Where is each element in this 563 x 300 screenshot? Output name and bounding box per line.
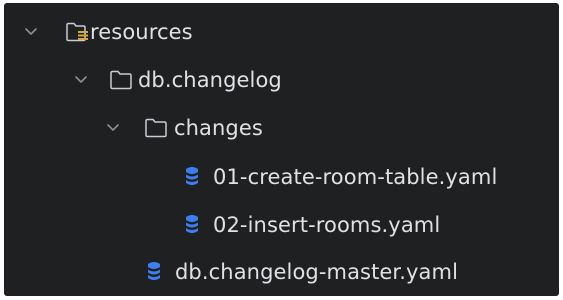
resources-folder-icon	[64, 21, 90, 43]
folder-icon	[143, 117, 169, 139]
tree-item-label: 02-insert-rooms.yaml	[213, 213, 441, 237]
folder-icon	[108, 69, 134, 91]
project-tree-panel: resources db.changelog changes 01-create…	[4, 3, 559, 296]
database-icon	[184, 213, 200, 237]
tree-item-db-changelog-master[interactable]: db.changelog-master.yaml	[4, 248, 559, 296]
database-icon	[184, 165, 200, 189]
tree-item-label: db.changelog-master.yaml	[175, 260, 458, 284]
tree-item-label: resources	[90, 20, 193, 44]
tree-item-db-changelog[interactable]: db.changelog	[4, 56, 559, 104]
chevron-down-icon[interactable]	[24, 25, 38, 39]
tree-item-label: changes	[174, 116, 263, 140]
tree-item-resources[interactable]: resources	[4, 8, 559, 56]
tree-item-changes[interactable]: changes	[4, 104, 559, 152]
tree-item-02-insert-rooms[interactable]: 02-insert-rooms.yaml	[4, 201, 559, 249]
database-icon	[146, 260, 162, 284]
tree-item-label: db.changelog	[138, 68, 282, 92]
chevron-down-icon[interactable]	[106, 121, 120, 135]
tree-item-01-create-room-table[interactable]: 01-create-room-table.yaml	[4, 153, 559, 201]
tree-item-label: 01-create-room-table.yaml	[213, 165, 498, 189]
chevron-down-icon[interactable]	[74, 73, 88, 87]
